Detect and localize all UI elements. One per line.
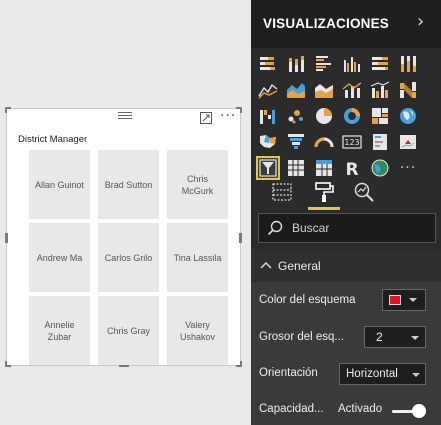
drag-grip-icon[interactable] [118,112,132,120]
format-panel: General Color del esquema Grosor del esq… [251,250,441,425]
line-and-clustered-column-chart-icon[interactable] [368,78,392,102]
slicer-visual[interactable]: ··· District Manager Allan Guinot Brad Su… [5,107,242,367]
slicer-item[interactable]: Chris Gray [98,296,159,365]
chevron-down-icon [409,298,417,302]
resize-handle-bottom-left[interactable] [5,361,11,367]
resize-handle-bottom-right[interactable] [236,361,242,367]
collapse-pane-icon[interactable]: › [417,12,424,32]
orientation-value: Horizontal [346,368,398,380]
100-percent-stacked-bar-chart-icon[interactable] [368,52,392,76]
paint-roller-icon [315,182,334,202]
slicer-item[interactable]: Carlos Grilo [98,223,159,292]
slicer-item[interactable]: Andrew Ma [29,223,90,292]
analytics-magnifier-icon [354,182,374,202]
ribbon-chart-icon[interactable] [396,78,420,102]
active-tab-indicator [308,207,340,210]
line-and-stacked-column-chart-icon[interactable] [340,78,364,102]
filled-map-icon[interactable] [256,130,280,154]
chevron-up-icon [260,261,272,269]
resize-handle-top-left[interactable] [5,107,11,113]
scatter-chart-icon[interactable] [284,104,308,128]
report-canvas: ··· District Manager Allan Guinot Brad Su… [0,0,251,425]
fields-icon [272,183,292,201]
pane-title: VISUALIZACIONES [263,16,390,31]
slicer-item[interactable]: Valery Ushakov [167,296,228,365]
resize-handle-top-right[interactable] [236,107,242,113]
section-general-header[interactable]: General [251,250,441,282]
focus-mode-icon[interactable] [200,112,212,124]
tab-fields[interactable] [268,178,296,206]
kpi-icon[interactable] [396,130,420,154]
clustered-column-chart-icon[interactable] [340,52,364,76]
chevron-down-icon [412,373,420,377]
outline-weight-label: Grosor del esq... [259,331,345,343]
card-icon[interactable]: 123 [340,130,364,154]
orientation-label: Orientación [259,367,318,379]
section-general-title: General [278,259,321,273]
100-percent-stacked-column-chart-icon[interactable] [396,52,420,76]
area-chart-icon[interactable] [284,78,308,102]
outline-color-picker[interactable] [382,289,426,311]
donut-chart-icon[interactable] [340,104,364,128]
line-chart-icon[interactable] [256,78,280,102]
multi-row-card-icon[interactable] [368,130,392,154]
slicer-item[interactable]: Tina Lassila [167,223,228,292]
more-options-icon[interactable]: ··· [220,109,236,123]
slicer-tiles: Allan Guinot Brad Sutton Chris McGurk Andre… [29,150,228,365]
outline-color-label: Color del esquema [259,294,356,306]
search-icon [267,220,283,236]
tab-analytics[interactable] [350,178,378,206]
funnel-icon[interactable] [284,130,308,154]
slicer-item[interactable]: Allan Guinot [29,150,90,219]
map-icon[interactable] [396,104,420,128]
responsive-state: Activado [338,403,383,415]
pie-chart-icon[interactable] [312,104,336,128]
waterfall-chart-icon[interactable] [256,104,280,128]
svg-text:123: 123 [344,138,359,147]
slicer-item[interactable]: Chris McGurk [167,150,228,219]
stacked-bar-chart-icon[interactable] [256,52,280,76]
resize-handle-left[interactable] [5,233,8,243]
clustered-bar-chart-icon[interactable] [312,52,336,76]
orientation-select[interactable]: Horizontal [339,363,426,385]
resize-handle-right[interactable] [239,233,242,243]
chevron-down-icon [411,336,419,340]
treemap-icon[interactable] [368,104,392,128]
pane-tabs [251,176,441,210]
slicer-item[interactable]: Annelie Zubar [29,296,90,365]
search-placeholder: Buscar [292,221,330,235]
visualizations-pane: VISUALIZACIONES › 123 R ··· Buscar Gener… [251,0,441,425]
toggle-knob [412,404,426,418]
slicer-title: District Manager [18,134,88,145]
tab-format[interactable] [310,178,338,206]
pane-header: VISUALIZACIONES › [251,0,441,48]
stacked-column-chart-icon[interactable] [284,52,308,76]
visual-gallery: 123 R ··· [256,52,436,180]
outline-weight-stepper[interactable]: 2 [364,326,426,348]
responsive-toggle[interactable] [392,404,426,418]
gauge-icon[interactable] [312,130,336,154]
search-box[interactable]: Buscar [258,213,436,243]
stacked-area-chart-icon[interactable] [312,78,336,102]
outline-color-swatch [389,295,401,305]
outline-weight-value: 2 [376,330,383,344]
slicer-item[interactable]: Brad Sutton [98,150,159,219]
responsive-label: Capacidad... [259,403,324,415]
